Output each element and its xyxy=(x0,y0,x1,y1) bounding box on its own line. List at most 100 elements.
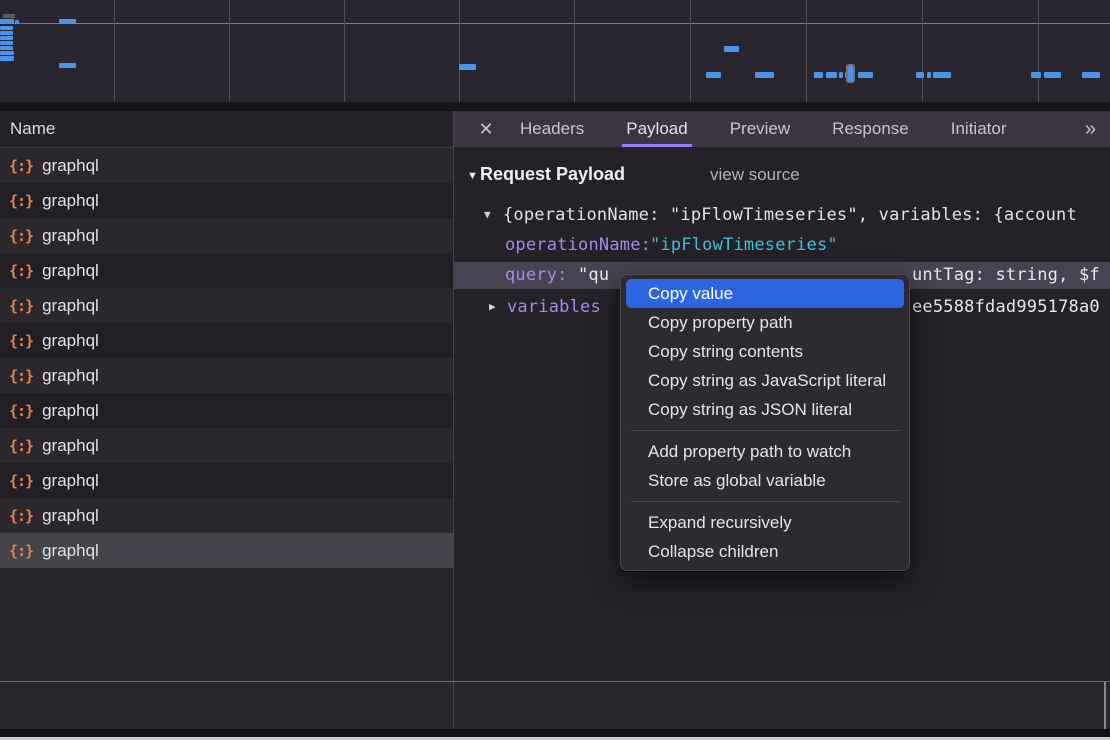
window-bottom-bar xyxy=(0,729,1110,737)
property-value: "ipFlowTimeseries" xyxy=(650,230,838,260)
list-item[interactable]: {:}graphql xyxy=(0,358,453,393)
request-table: Name {:}graphql{:}graphql{:}graphql{:}gr… xyxy=(0,111,454,682)
overview-gridline xyxy=(806,0,807,102)
request-bar xyxy=(1031,72,1041,78)
list-item[interactable]: {:}graphql xyxy=(0,428,453,463)
property-value-right: untTag: string, $f xyxy=(912,262,1100,289)
request-name: graphql xyxy=(42,436,99,456)
tab-strip: Headers Payload Preview Response Initiator xyxy=(516,111,1010,147)
menu-item[interactable]: Store as global variable xyxy=(626,466,904,495)
json-braces-icon: {:} xyxy=(9,227,33,245)
list-item[interactable]: {:} graphql xyxy=(0,148,453,183)
json-braces-icon: {:} xyxy=(9,192,33,210)
json-braces-icon: {:} xyxy=(9,472,33,490)
request-bar xyxy=(0,31,13,35)
request-name: graphql xyxy=(42,191,99,211)
selected-request-marker xyxy=(846,64,855,83)
request-name: graphql xyxy=(42,471,99,491)
request-bar xyxy=(933,72,951,78)
request-name: graphql xyxy=(42,541,99,561)
property-key: operationName: xyxy=(505,230,651,260)
tab-preview[interactable]: Preview xyxy=(726,111,794,147)
tab-initiator[interactable]: Initiator xyxy=(947,111,1011,147)
menu-item[interactable]: Expand recursively xyxy=(626,508,904,537)
overview-gridline xyxy=(114,0,115,102)
menu-item[interactable]: Copy string as JSON literal xyxy=(626,395,904,424)
overview-gridline xyxy=(922,0,923,102)
devtools-network-panel: Name {:}graphql{:}graphql{:}graphql{:}gr… xyxy=(0,0,1110,740)
menu-item[interactable]: Copy string as JavaScript literal xyxy=(626,366,904,395)
pane-divider[interactable] xyxy=(453,682,454,729)
request-name: graphql xyxy=(42,226,99,246)
summary-bar xyxy=(0,682,1110,729)
tab-payload[interactable]: Payload xyxy=(622,111,691,147)
window-edge xyxy=(1104,682,1106,729)
property-value-left: "qu xyxy=(578,262,609,289)
overview-gridline xyxy=(574,0,575,102)
menu-item[interactable]: Collapse children xyxy=(626,537,904,566)
overview-baseline xyxy=(0,23,1110,24)
collapse-node-icon[interactable]: ▼ xyxy=(484,200,491,230)
request-name: graphql xyxy=(42,261,99,281)
details-tabbar: ✕ Headers Payload Preview Response Initiator… xyxy=(454,111,1110,147)
request-bar xyxy=(0,51,14,55)
list-item[interactable]: {:} graphql xyxy=(0,218,453,253)
request-name: graphql xyxy=(42,296,99,316)
expand-node-icon[interactable]: ▶ xyxy=(489,292,496,322)
json-braces-icon: {:} xyxy=(9,402,33,420)
request-name: graphql xyxy=(42,401,99,421)
list-item[interactable]: {:}graphql xyxy=(0,253,453,288)
network-overview-strip[interactable] xyxy=(0,0,1110,102)
menu-divider xyxy=(631,430,899,431)
menu-item[interactable]: Copy property path xyxy=(626,308,904,337)
request-bar xyxy=(59,19,76,24)
json-braces-icon: {:} xyxy=(9,157,33,175)
menu-divider xyxy=(631,501,899,502)
property-key: query: xyxy=(505,262,568,289)
request-name: graphql xyxy=(42,156,99,176)
list-item[interactable]: {:}graphql xyxy=(0,533,453,568)
tab-headers[interactable]: Headers xyxy=(516,111,588,147)
close-icon[interactable]: ✕ xyxy=(474,119,498,140)
list-item[interactable]: {:} graphql xyxy=(0,393,453,428)
tree-root-row[interactable]: ▼ {operationName: "ipFlowTimeseries", va… xyxy=(454,200,1110,230)
json-braces-icon: {:} xyxy=(9,332,33,350)
json-braces-icon: {:} xyxy=(9,507,33,525)
request-bar xyxy=(858,72,873,78)
column-header-name[interactable]: Name xyxy=(0,111,453,148)
list-item[interactable]: {:} graphql xyxy=(0,183,453,218)
request-bar xyxy=(706,72,721,78)
request-bar xyxy=(0,36,13,40)
tab-response[interactable]: Response xyxy=(828,111,913,147)
request-bar xyxy=(59,63,76,68)
list-item[interactable]: {:}graphql xyxy=(0,323,453,358)
list-item[interactable]: {:} graphql xyxy=(0,498,453,533)
section-title: Request Payload xyxy=(480,164,625,185)
overview-gridline xyxy=(690,0,691,102)
request-bar xyxy=(0,26,13,30)
request-bar xyxy=(0,41,13,45)
request-list: {:} graphql {:} graphql {:} graphql {:} graphql… xyxy=(0,148,453,568)
request-bar xyxy=(1044,72,1061,78)
request-name: graphql xyxy=(42,506,99,526)
request-bar xyxy=(826,72,837,78)
list-item[interactable]: {:} graphql xyxy=(0,463,453,498)
list-item[interactable]: {:} graphql xyxy=(0,288,453,323)
view-source-link[interactable]: view source xyxy=(710,165,800,185)
overview-gridline xyxy=(229,0,230,102)
request-bar xyxy=(459,64,476,70)
overview-divider xyxy=(0,102,1110,111)
json-braces-icon: {:} xyxy=(9,297,33,315)
request-bar xyxy=(15,20,19,24)
collapse-section-icon[interactable]: ▼ xyxy=(467,170,478,182)
menu-item[interactable]: Copy value xyxy=(626,279,904,308)
context-menu: Copy valueCopy property pathCopy string … xyxy=(620,274,910,571)
menu-item[interactable]: Copy string contents xyxy=(626,337,904,366)
request-bar xyxy=(839,72,843,78)
request-bar xyxy=(0,19,14,24)
tree-row-operationname[interactable]: operationName: "ipFlowTimeseries" xyxy=(454,230,1110,260)
request-bar xyxy=(724,46,739,52)
request-bar xyxy=(755,72,774,78)
more-tabs-icon[interactable]: » xyxy=(1085,118,1094,141)
menu-item[interactable]: Add property path to watch xyxy=(626,437,904,466)
